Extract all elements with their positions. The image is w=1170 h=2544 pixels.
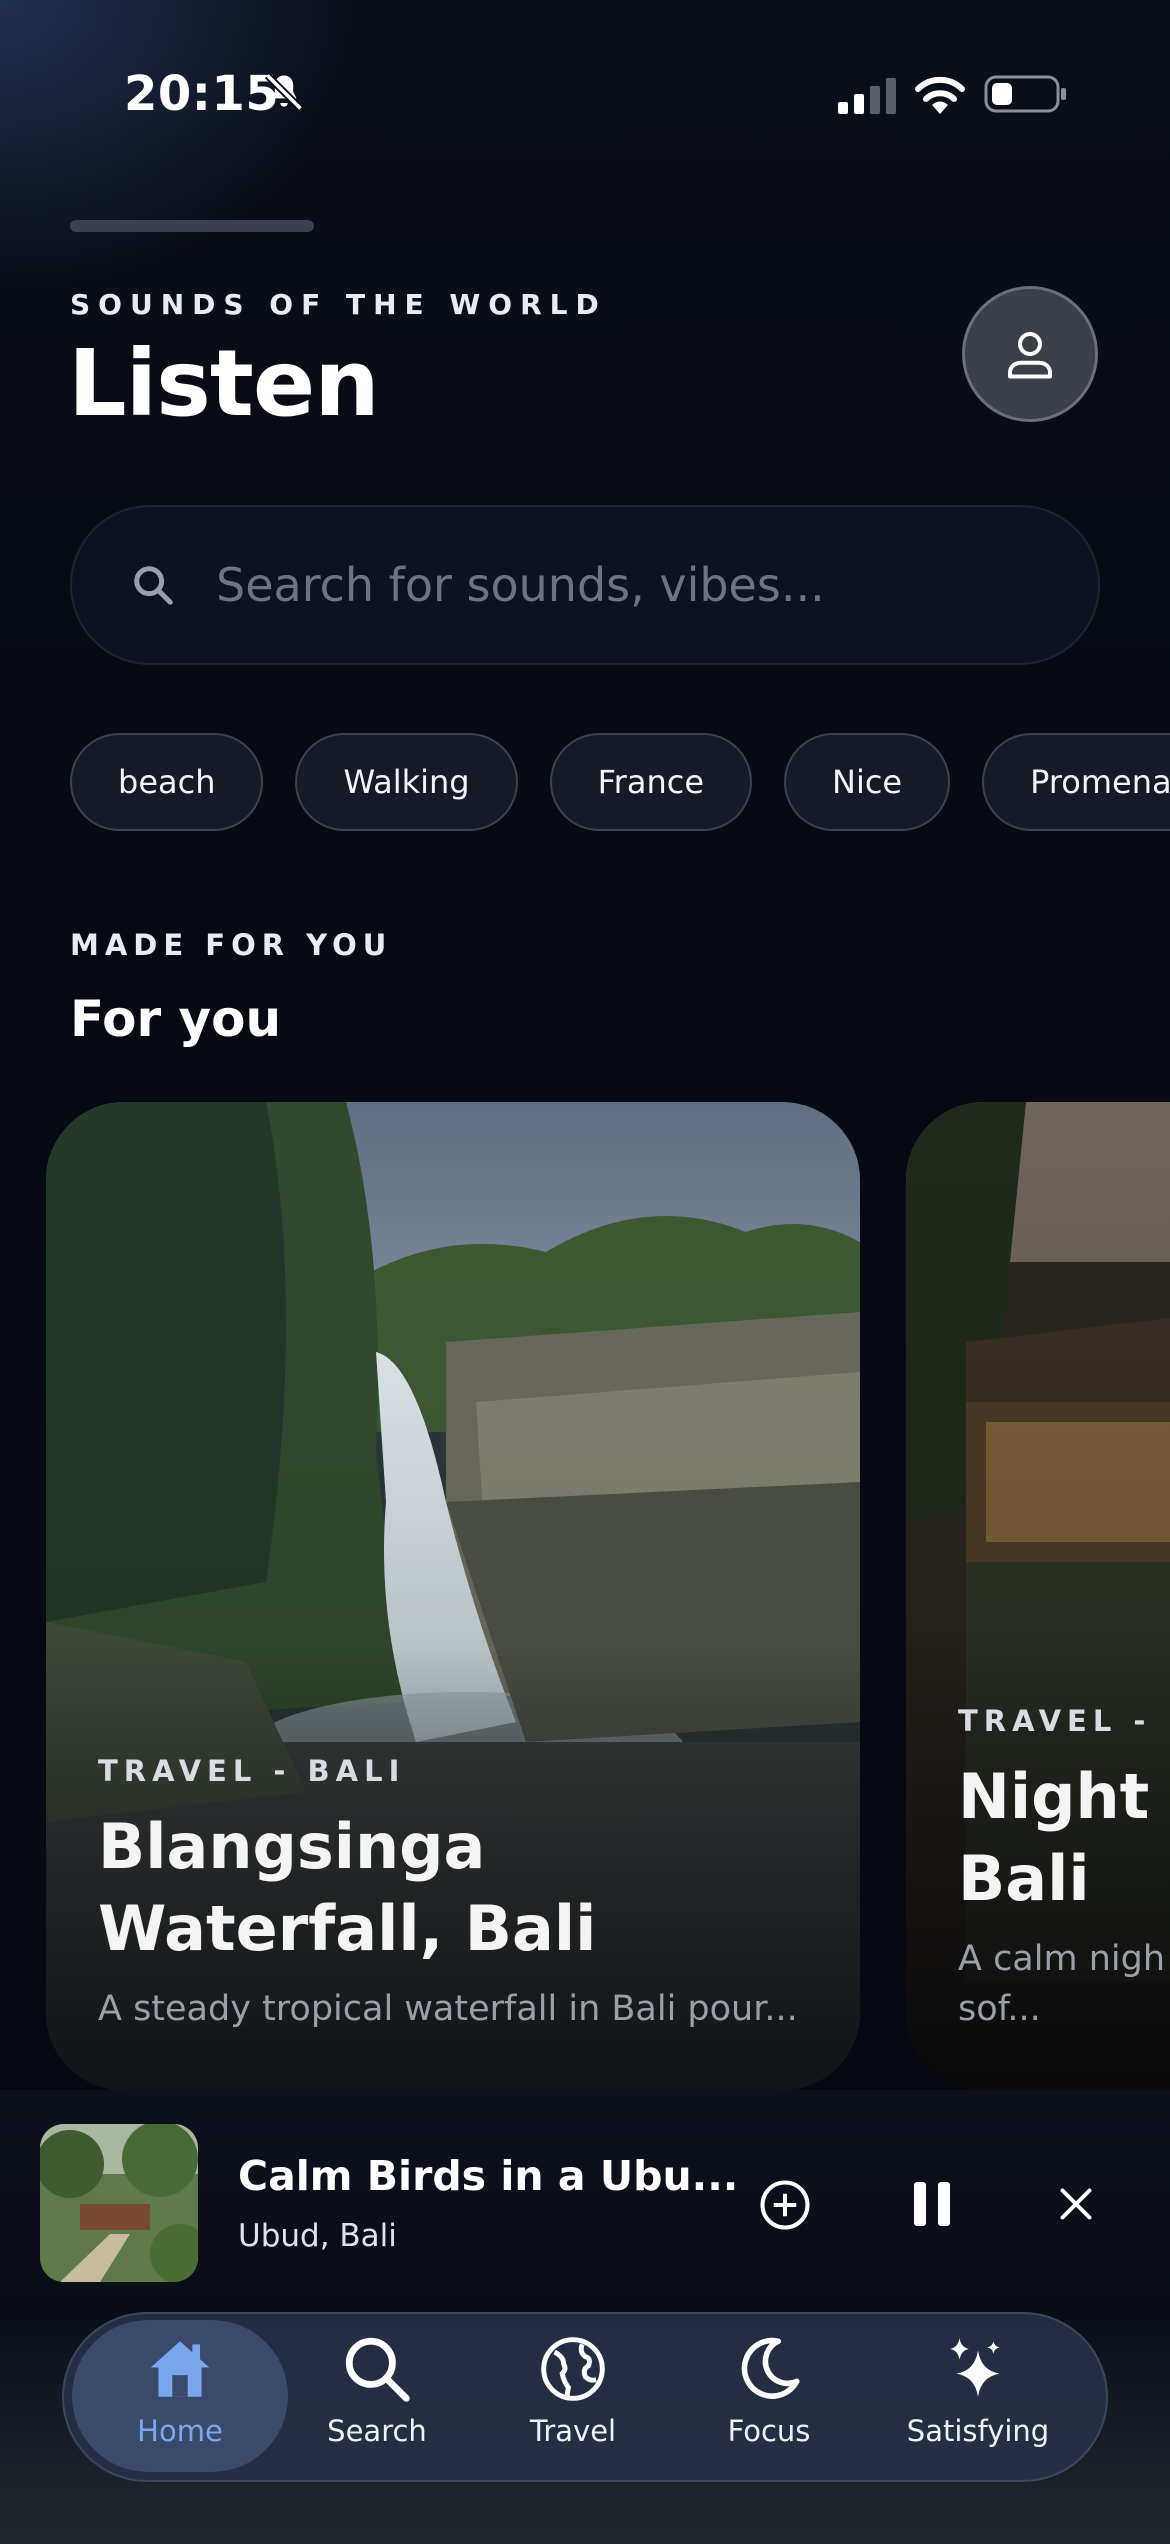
chip-france[interactable]: France xyxy=(549,733,752,831)
globe-icon xyxy=(541,2337,605,2401)
now-playing-artwork xyxy=(40,2124,198,2282)
search-input[interactable] xyxy=(216,558,1016,612)
sound-card-night-bali[interactable]: TRAVEL - B Night a Bali A calm nigh sof.… xyxy=(906,1102,1170,2090)
sparkles-icon xyxy=(950,2338,1000,2397)
user-icon xyxy=(1008,332,1052,379)
tab-travel[interactable]: Travel xyxy=(473,2326,673,2476)
chip-nice[interactable]: Nice xyxy=(784,733,951,831)
card-category: TRAVEL - BALI xyxy=(98,1754,406,1788)
tab-satisfying-label: Satisfying xyxy=(906,2414,1050,2448)
card-category: TRAVEL - B xyxy=(958,1704,1170,1738)
chip-promenade[interactable]: Promenade xyxy=(982,733,1170,831)
card-description: A steady tropical waterfall in Bali pour… xyxy=(98,1989,798,2029)
close-icon[interactable] xyxy=(1058,2186,1094,2222)
tab-search[interactable]: Search xyxy=(277,2326,477,2476)
tab-satisfying[interactable]: Satisfying xyxy=(878,2326,1078,2476)
drag-handle[interactable] xyxy=(70,220,314,232)
add-circle-icon[interactable] xyxy=(758,2178,812,2232)
filter-chips: beach Walking France Nice Promenade xyxy=(70,733,1170,831)
cell-signal-icon xyxy=(838,78,896,114)
section-title: For you xyxy=(70,990,282,1048)
wifi-icon xyxy=(915,76,965,114)
card-title: Night a Bali xyxy=(958,1760,1170,1915)
tab-home-label: Home xyxy=(137,2414,223,2448)
now-playing-title: Calm Birds in a Ubu... xyxy=(238,2152,739,2200)
search-bar[interactable] xyxy=(70,505,1100,665)
pause-icon[interactable] xyxy=(912,2180,952,2228)
tab-home[interactable]: Home xyxy=(80,2326,280,2476)
tab-travel-label: Travel xyxy=(529,2414,617,2448)
search-icon xyxy=(134,566,173,605)
bell-off-icon xyxy=(264,72,304,112)
profile-button[interactable] xyxy=(962,286,1098,422)
chip-walking[interactable]: Walking xyxy=(295,733,518,831)
now-playing-subtitle: Ubud, Bali xyxy=(238,2218,397,2254)
header-eyebrow: SOUNDS OF THE WORLD xyxy=(70,288,607,321)
card-title: Blangsinga Waterfall, Bali xyxy=(98,1810,597,1965)
birds-ubud-image xyxy=(40,2124,198,2282)
home-icon xyxy=(150,2341,210,2397)
tab-search-label: Search xyxy=(327,2414,427,2448)
battery-icon xyxy=(984,75,1066,113)
listen-screen: 20:15 SOUNDS OF THE WORLD Listen Search … xyxy=(0,0,1170,2544)
card-description: A calm nigh sof... xyxy=(958,1939,1166,2029)
tab-focus-label: Focus xyxy=(727,2414,811,2448)
search-icon xyxy=(345,2337,410,2402)
sound-card-waterfall[interactable]: TRAVEL - BALI Blangsinga Waterfall, Bali… xyxy=(46,1102,860,2090)
chip-beach[interactable]: beach xyxy=(70,733,264,831)
status-time: 20:15 xyxy=(124,66,280,122)
section-eyebrow: MADE FOR YOU xyxy=(70,928,393,962)
page-title: Listen xyxy=(68,330,380,437)
moon-icon xyxy=(741,2337,800,2399)
tab-focus[interactable]: Focus xyxy=(669,2326,869,2476)
